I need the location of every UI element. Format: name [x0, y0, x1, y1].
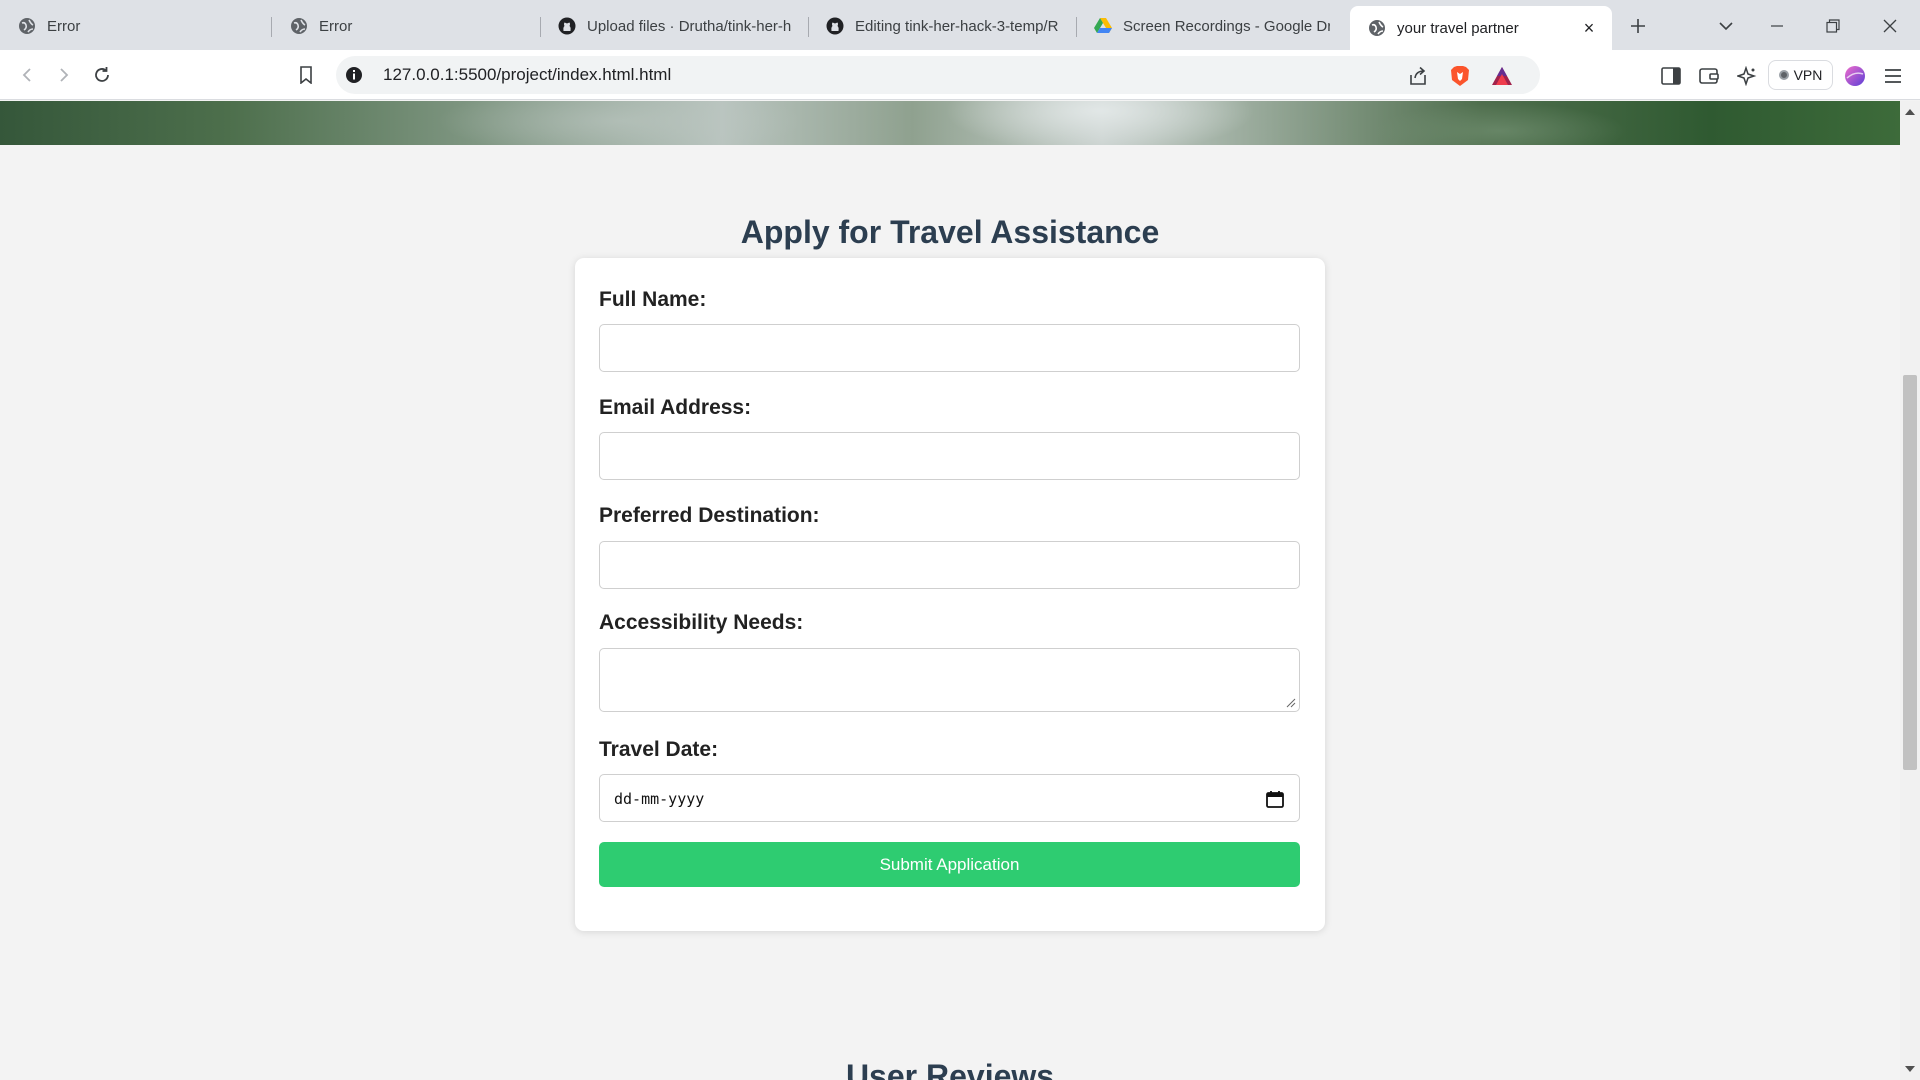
minimize-icon	[1771, 25, 1783, 27]
page-viewport: Apply for Travel Assistance Full Name: E…	[0, 101, 1900, 1080]
tab-search-button[interactable]	[1710, 10, 1742, 42]
reload-button[interactable]	[86, 59, 118, 91]
travel-date-label: Travel Date:	[599, 738, 719, 761]
full-name-label: Full Name:	[599, 288, 707, 311]
travel-date-input[interactable]: dd-mm-yyyy	[599, 774, 1300, 822]
browser-tab[interactable]: Editing tink-her-hack-3-temp/R	[808, 6, 1076, 46]
scrollbar-thumb[interactable]	[1903, 375, 1917, 770]
url-text: 127.0.0.1:5500/project/index.html.html	[383, 65, 672, 84]
destination-label: Preferred Destination:	[599, 504, 820, 527]
menu-icon[interactable]	[1881, 64, 1905, 88]
profile-avatar-icon[interactable]	[1843, 64, 1867, 88]
browser-toolbar: 127.0.0.1:5500/project/index.html.html V…	[0, 50, 1920, 100]
form-title: Apply for Travel Assistance	[740, 214, 1160, 250]
github-icon	[826, 17, 844, 35]
address-bar[interactable]: 127.0.0.1:5500/project/index.html.html	[336, 56, 1540, 94]
date-placeholder: dd-mm-yyyy	[614, 790, 705, 808]
tab-title: Editing tink-her-hack-3-temp/R	[855, 17, 1059, 35]
restore-button[interactable]	[1817, 10, 1849, 42]
brave-rewards-icon[interactable]	[1491, 65, 1513, 87]
close-icon	[1883, 19, 1897, 33]
close-tab-icon[interactable]: ×	[1580, 19, 1598, 37]
submit-application-button[interactable]: Submit Application	[599, 842, 1300, 887]
reload-icon	[95, 67, 109, 82]
scroll-down-icon[interactable]	[1900, 1060, 1920, 1078]
tab-title: Upload files · Drutha/tink-her-h	[587, 17, 792, 35]
vpn-button[interactable]: VPN	[1768, 60, 1833, 90]
reviews-title: User Reviews	[845, 1058, 1055, 1080]
share-icon[interactable]	[1407, 65, 1429, 87]
application-form: Full Name: Email Address: Preferred Dest…	[575, 258, 1325, 931]
page-scrollbar[interactable]	[1900, 101, 1920, 1080]
email-label: Email Address:	[599, 396, 752, 419]
back-button[interactable]	[11, 59, 43, 91]
browser-tab-active[interactable]: your travel partner ×	[1350, 6, 1612, 50]
browser-tab[interactable]: Upload files · Drutha/tink-her-h	[540, 6, 808, 46]
new-tab-button[interactable]	[1622, 10, 1654, 42]
browser-tab[interactable]: Error	[0, 6, 272, 46]
bookmark-button[interactable]	[290, 59, 322, 91]
accessibility-label: Accessibility Needs:	[599, 611, 804, 634]
scroll-up-icon[interactable]	[1900, 103, 1920, 121]
github-icon	[558, 17, 576, 35]
leo-ai-icon[interactable]	[1735, 64, 1759, 88]
globe-icon	[290, 17, 308, 35]
close-window-button[interactable]	[1874, 10, 1906, 42]
site-info-icon[interactable]	[344, 65, 364, 85]
forward-button[interactable]	[48, 59, 80, 91]
tab-title: Error	[47, 17, 81, 35]
browser-tab[interactable]: Screen Recordings - Google Dr	[1076, 6, 1344, 46]
calendar-icon[interactable]	[1265, 789, 1285, 809]
arrow-left-icon	[22, 68, 31, 82]
sidebar-icon[interactable]	[1659, 64, 1683, 88]
email-input[interactable]	[599, 432, 1300, 480]
destination-input[interactable]	[599, 541, 1300, 589]
wallet-icon[interactable]	[1697, 64, 1721, 88]
google-drive-icon	[1094, 17, 1112, 35]
globe-icon	[18, 17, 36, 35]
browser-tab[interactable]: Error	[272, 6, 540, 46]
vpn-label: VPN	[1793, 67, 1823, 83]
bookmark-icon	[300, 66, 312, 84]
accessibility-textarea[interactable]	[599, 648, 1300, 712]
chevron-down-icon	[1719, 22, 1733, 31]
minimize-button[interactable]	[1761, 10, 1793, 42]
brave-shields-icon[interactable]	[1449, 65, 1471, 87]
browser-tab-strip: Error Error Upload files · Drutha/tink-h…	[0, 0, 1920, 50]
tab-title: Error	[319, 17, 353, 35]
resize-handle-icon[interactable]	[1286, 698, 1296, 708]
globe-icon	[1368, 19, 1386, 37]
tab-title: your travel partner	[1397, 19, 1519, 37]
tab-title: Screen Recordings - Google Dr	[1123, 17, 1330, 35]
vpn-status-icon	[1778, 70, 1789, 80]
arrow-right-icon	[60, 68, 69, 82]
full-name-input[interactable]	[599, 324, 1300, 372]
hero-image	[0, 101, 1900, 145]
plus-icon	[1631, 19, 1645, 33]
restore-icon	[1826, 19, 1840, 33]
